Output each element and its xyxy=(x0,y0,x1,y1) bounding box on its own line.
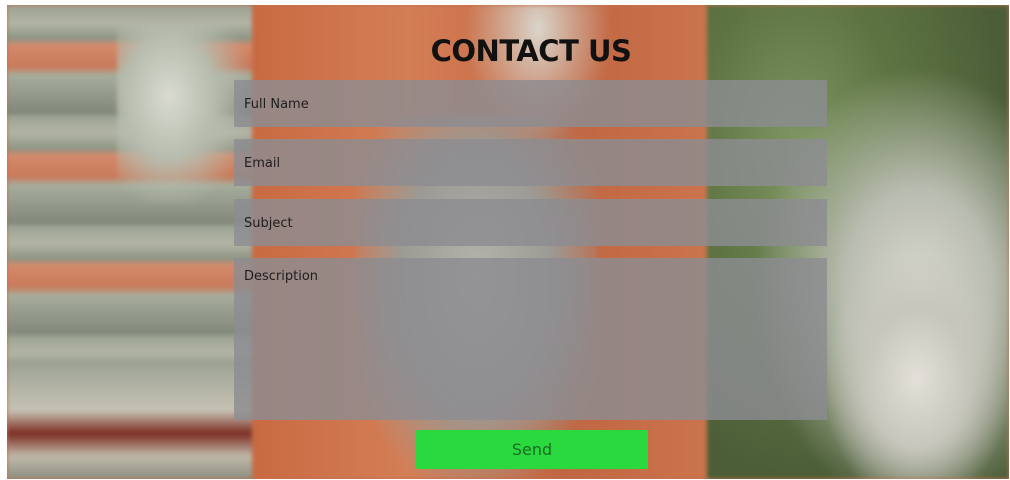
full-name-placeholder: Full Name xyxy=(244,97,309,112)
email-placeholder: Email xyxy=(244,156,281,171)
background-carved-base xyxy=(7,365,252,479)
email-input[interactable]: Email xyxy=(234,139,827,186)
page-title: CONTACT US xyxy=(430,34,632,68)
subject-placeholder: Subject xyxy=(244,216,293,231)
description-placeholder: Description xyxy=(244,269,319,284)
description-textarea[interactable]: Description xyxy=(234,258,827,420)
send-button[interactable]: Send xyxy=(416,430,648,469)
full-name-input[interactable]: Full Name xyxy=(234,80,827,127)
background-statue-face xyxy=(827,255,1007,479)
subject-input[interactable]: Subject xyxy=(234,199,827,246)
